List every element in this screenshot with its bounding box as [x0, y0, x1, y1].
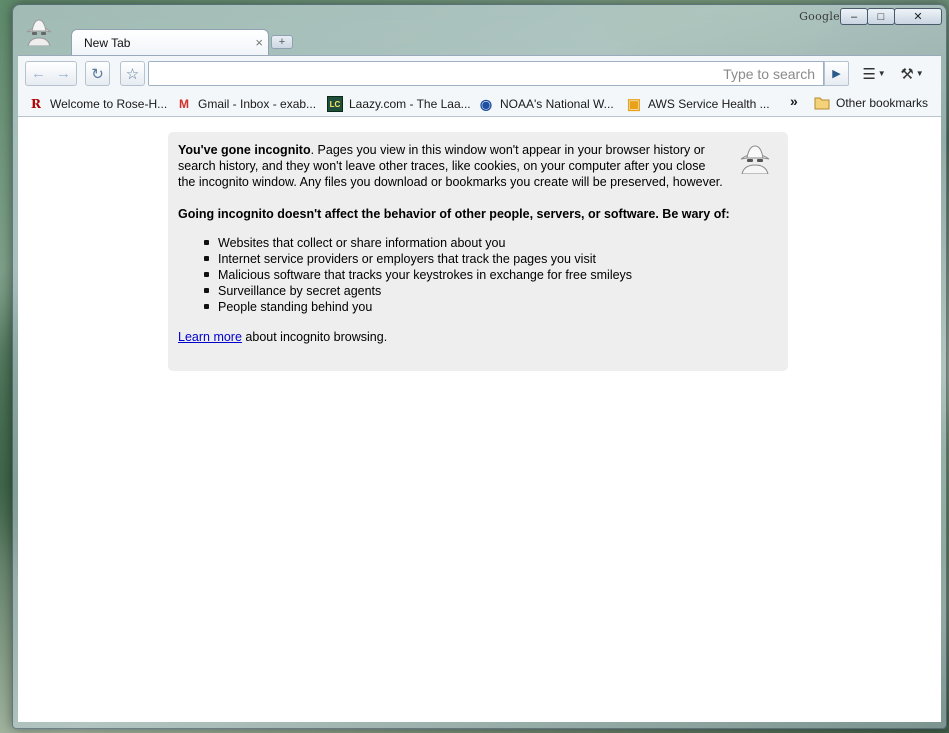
learn-more-text: about incognito browsing. [241, 330, 388, 344]
back-forward-group: ← → [25, 61, 77, 86]
aws-favicon-icon: ▣ [626, 96, 642, 113]
learn-more-line: Learn more about incognito browsing. [178, 329, 778, 345]
folder-icon [814, 97, 830, 110]
incognito-notice: You've gone incognito. Pages you view in… [168, 132, 788, 371]
maximize-button[interactable]: □ [867, 8, 895, 25]
incognito-intro: You've gone incognito. Pages you view in… [178, 142, 778, 190]
gmail-favicon-icon: M [179, 97, 189, 111]
list-item: People standing behind you [204, 299, 778, 315]
omnibox-input[interactable] [149, 62, 823, 85]
laazy-favicon-icon: LC [327, 96, 343, 112]
incognito-spy-icon [26, 19, 52, 46]
forward-arrow-icon[interactable]: → [56, 65, 71, 82]
reload-icon: ↻ [91, 65, 104, 83]
bookmark-label: NOAA's National W... [500, 97, 614, 111]
incognito-intro-bold: You've gone incognito [178, 143, 311, 157]
star-icon: ☆ [125, 65, 140, 83]
window-brand-label: Google [799, 10, 840, 23]
bookmark-rose-hulman[interactable]: R Welcome to Rose-H... [28, 96, 167, 112]
chevron-down-icon: ▼ [915, 69, 924, 78]
learn-more-link[interactable]: Learn more [178, 330, 242, 344]
bookmarks-bar: R Welcome to Rose-H... M Gmail - Inbox -… [18, 91, 941, 117]
wrench-menu-button[interactable]: ⚒ ▼ [896, 61, 928, 86]
list-item: Malicious software that tracks your keys… [204, 267, 778, 283]
list-item: Internet service providers or employers … [204, 251, 778, 267]
new-tab-button[interactable]: + [271, 35, 293, 49]
bookmark-label: Laazy.com - The Laa... [349, 97, 471, 111]
chevron-down-icon: ▼ [877, 69, 886, 78]
go-button[interactable]: ▶ [824, 61, 849, 86]
toolbar: ← → ↻ ☆ ▶ ☰ ▼ ⚒ ▼ [18, 55, 941, 91]
page-content: You've gone incognito. Pages you view in… [18, 117, 941, 722]
noaa-favicon-icon: ◉ [479, 95, 493, 112]
wrench-icon: ⚒ [900, 65, 914, 83]
bookmark-gmail[interactable]: M Gmail - Inbox - exab... [176, 96, 316, 112]
bookmark-label: AWS Service Health ... [648, 97, 770, 111]
incognito-spy-icon [740, 145, 770, 174]
list-item: Surveillance by secret agents [204, 283, 778, 299]
browser-window: Google – □ ✕ New Tab × + ← → ↻ ☆ ▶ ☰ ▼ ⚒ [12, 4, 947, 729]
bookmark-aws[interactable]: ▣ AWS Service Health ... [626, 96, 770, 113]
warning-list: Websites that collect or share informati… [204, 235, 778, 315]
play-icon: ▶ [832, 68, 841, 80]
tab-new-tab[interactable]: New Tab × [71, 29, 269, 55]
list-item: Websites that collect or share informati… [204, 235, 778, 251]
other-bookmarks-folder[interactable]: Other bookmarks [814, 96, 928, 110]
bookmark-label: Welcome to Rose-H... [50, 97, 168, 111]
page-icon: ☰ [862, 65, 876, 83]
back-arrow-icon[interactable]: ← [31, 65, 46, 82]
bookmarks-overflow-icon[interactable]: » [790, 93, 798, 109]
bookmark-label: Gmail - Inbox - exab... [198, 97, 317, 111]
bookmark-laazy[interactable]: LC Laazy.com - The Laa... [327, 96, 471, 112]
incognito-heading: Going incognito doesn't affect the behav… [178, 207, 730, 221]
tab-title: New Tab [84, 36, 131, 50]
page-menu-button[interactable]: ☰ ▼ [858, 61, 890, 86]
other-bookmarks-label: Other bookmarks [836, 96, 929, 110]
minimize-button[interactable]: – [840, 8, 868, 25]
reload-button[interactable]: ↻ [85, 61, 110, 86]
bookmark-star-button[interactable]: ☆ [120, 61, 145, 86]
window-controls: – □ ✕ [840, 8, 942, 25]
bookmark-noaa[interactable]: ◉ NOAA's National W... [478, 96, 614, 112]
close-window-button[interactable]: ✕ [894, 8, 942, 25]
tab-close-icon[interactable]: × [255, 35, 263, 50]
omnibox[interactable] [148, 61, 824, 86]
rose-hulman-favicon-icon: R [31, 97, 41, 111]
